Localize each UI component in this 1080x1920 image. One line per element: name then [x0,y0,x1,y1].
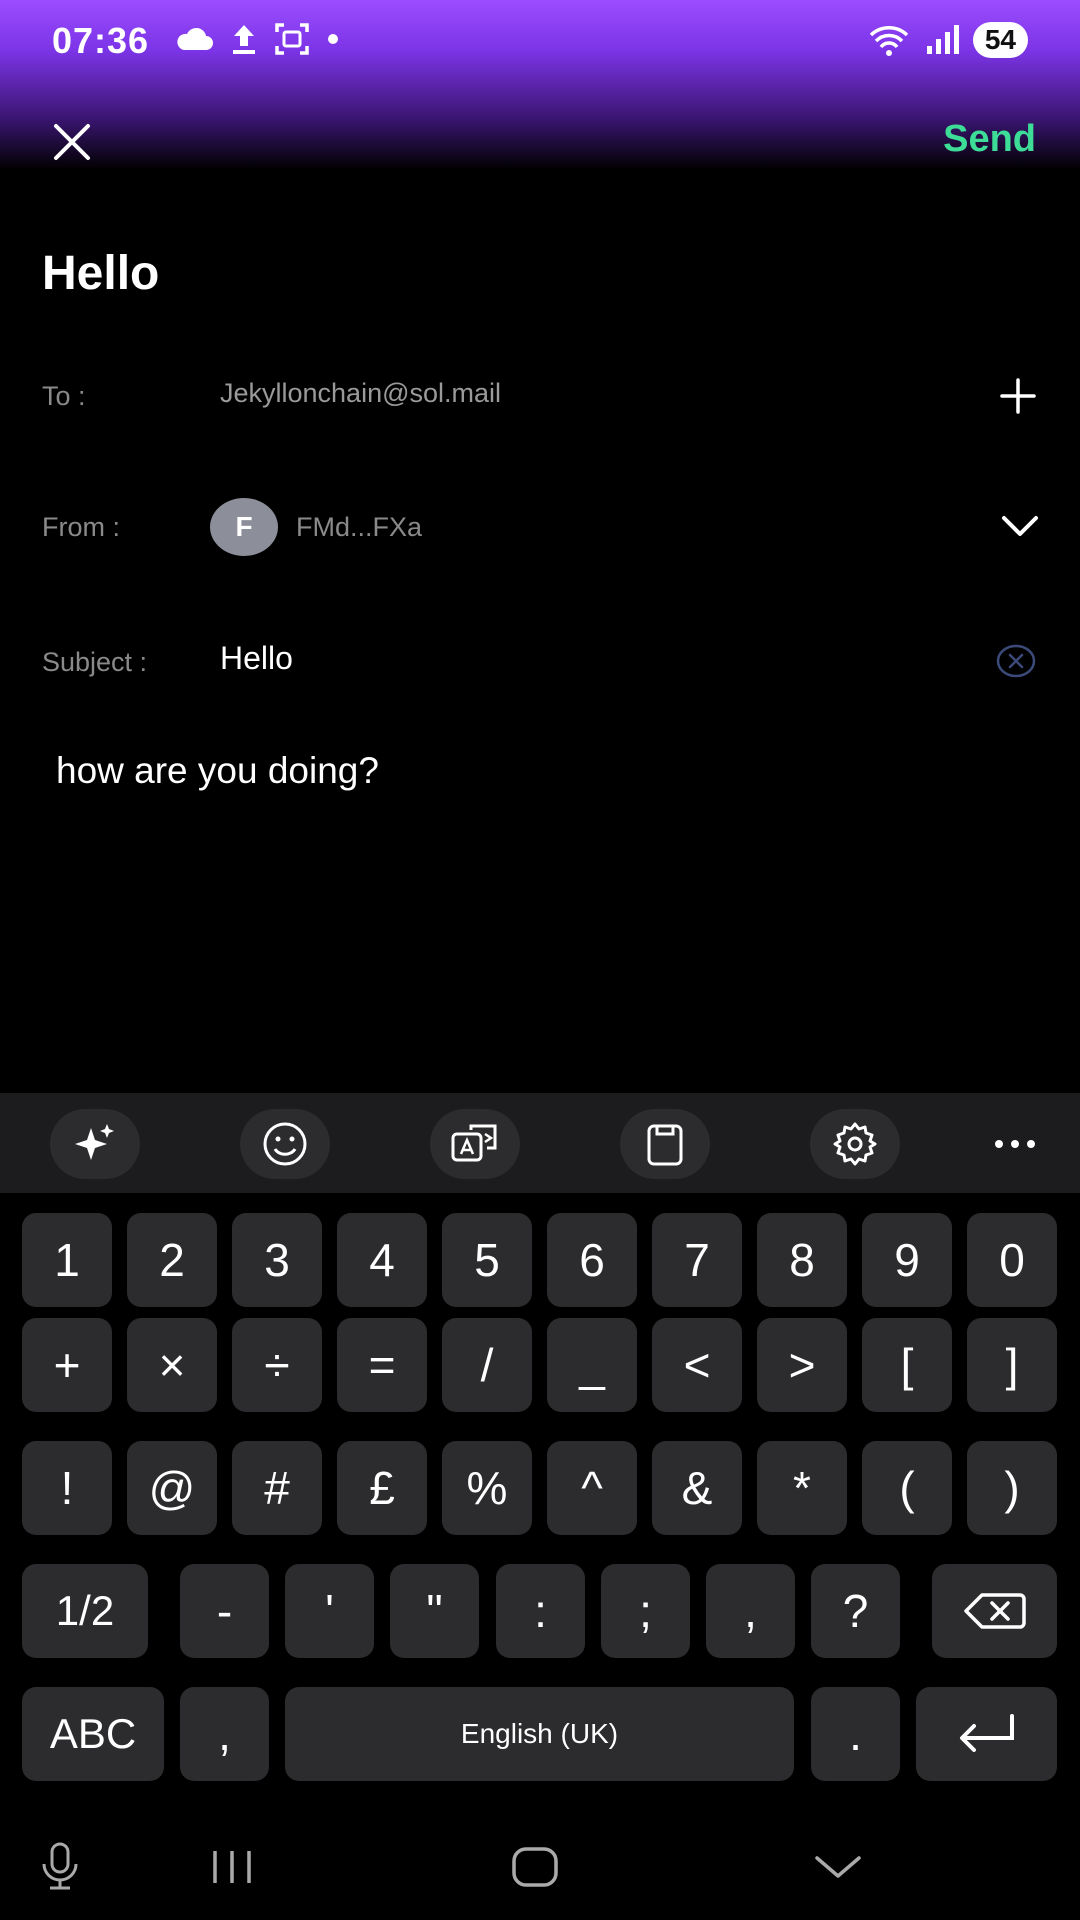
key-plus[interactable]: + [22,1318,112,1412]
home-icon [512,1847,558,1887]
from-account[interactable]: FMd...FXa [296,512,422,543]
status-left-icons [174,22,340,56]
key-underscore[interactable]: _ [547,1318,637,1412]
key-at[interactable]: @ [127,1441,217,1535]
translate-button[interactable] [430,1109,520,1179]
backspace-key[interactable] [932,1564,1057,1658]
translate-icon [451,1124,497,1162]
battery-indicator: 54 [972,22,1028,58]
recents-button[interactable] [202,1842,262,1892]
signal-icon [926,25,959,54]
key-5[interactable]: 5 [442,1213,532,1307]
status-right-icons: 54 [867,22,1028,58]
subject-field[interactable] [220,640,960,677]
close-button[interactable] [48,118,96,166]
key-ampersand[interactable]: & [652,1441,742,1535]
key-comma[interactable]: , [180,1687,269,1781]
key-asterisk[interactable]: * [757,1441,847,1535]
key-right-paren[interactable]: ) [967,1441,1057,1535]
clipboard-button[interactable] [620,1109,710,1179]
key-question[interactable]: ? [811,1564,900,1658]
cloud-icon [177,27,213,50]
key-6[interactable]: 6 [547,1213,637,1307]
clear-subject-button[interactable] [996,644,1036,678]
add-recipient-button[interactable] [994,372,1042,420]
nav-bar [0,1810,1080,1920]
home-button[interactable] [505,1842,565,1892]
key-semicolon[interactable]: ; [601,1564,690,1658]
key-percent[interactable]: % [442,1441,532,1535]
key-right-bracket[interactable]: ] [967,1318,1057,1412]
emoji-icon [263,1122,307,1166]
key-3[interactable]: 3 [232,1213,322,1307]
recents-icon [213,1851,251,1883]
subject-label: Subject : [42,647,148,677]
dot-icon [328,34,338,44]
chevron-down-icon [1002,516,1038,536]
key-hash[interactable]: # [232,1441,322,1535]
status-time: 07:36 [52,20,150,61]
key-9[interactable]: 9 [862,1213,952,1307]
key-8[interactable]: 8 [757,1213,847,1307]
avatar: F [210,498,278,556]
to-field[interactable] [220,378,960,409]
to-label: To : [42,381,86,411]
key-left-bracket[interactable]: [ [862,1318,952,1412]
screenshot-icon [275,23,309,55]
key-left-paren[interactable]: ( [862,1441,952,1535]
key-7[interactable]: 7 [652,1213,742,1307]
key-0[interactable]: 0 [967,1213,1057,1307]
more-options-button[interactable] [980,1109,1050,1179]
key-1[interactable]: 1 [22,1213,112,1307]
key-page-toggle[interactable]: 1/2 [22,1564,148,1658]
from-dropdown[interactable] [998,508,1042,544]
keyboard-settings-button[interactable] [810,1109,900,1179]
key-comma-symbol[interactable]: , [706,1564,795,1658]
key-exclamation[interactable]: ! [22,1441,112,1535]
voice-input-button[interactable] [30,1842,90,1892]
keyboard-toolbar [0,1093,1080,1193]
sparkle-icon [75,1124,114,1160]
key-abc[interactable]: ABC [22,1687,164,1781]
more-icon [995,1140,1035,1148]
enter-key[interactable] [916,1687,1057,1781]
key-multiply[interactable]: × [127,1318,217,1412]
enter-icon [959,1714,1014,1752]
key-2[interactable]: 2 [127,1213,217,1307]
space-bar[interactable]: English (UK) [285,1687,794,1781]
keyboard: 1 2 3 4 5 6 7 8 9 0 + × ÷ = / _ < > [ ] … [0,1193,1080,1793]
key-equals[interactable]: = [337,1318,427,1412]
emoji-button[interactable] [240,1109,330,1179]
key-slash[interactable]: / [442,1318,532,1412]
key-4[interactable]: 4 [337,1213,427,1307]
key-greater-than[interactable]: > [757,1318,847,1412]
key-divide[interactable]: ÷ [232,1318,322,1412]
close-icon [54,124,90,160]
key-hyphen[interactable]: - [180,1564,269,1658]
key-caret[interactable]: ^ [547,1441,637,1535]
upload-icon [233,25,255,54]
mic-icon [42,1842,78,1890]
key-pound[interactable]: £ [337,1441,427,1535]
backspace-icon [963,1593,1026,1629]
clipboard-icon [647,1124,683,1166]
from-label: From : [42,512,120,542]
page-title: Hello [42,247,160,300]
hide-keyboard-button[interactable] [808,1842,868,1892]
key-quote[interactable]: " [390,1564,479,1658]
wifi-icon [869,26,909,56]
key-apostrophe[interactable]: ' [285,1564,374,1658]
status-bar: 07:36 54 [0,0,1080,84]
hide-keyboard-icon [815,1856,861,1878]
plus-icon [1000,378,1036,414]
settings-icon [833,1122,877,1166]
message-body[interactable]: how are you doing? [56,750,1016,1070]
key-less-than[interactable]: < [652,1318,742,1412]
clear-icon [996,644,1036,678]
ai-tools-button[interactable] [50,1109,140,1179]
key-period[interactable]: . [811,1687,900,1781]
key-colon[interactable]: : [496,1564,585,1658]
send-button[interactable]: Send [943,118,1036,161]
